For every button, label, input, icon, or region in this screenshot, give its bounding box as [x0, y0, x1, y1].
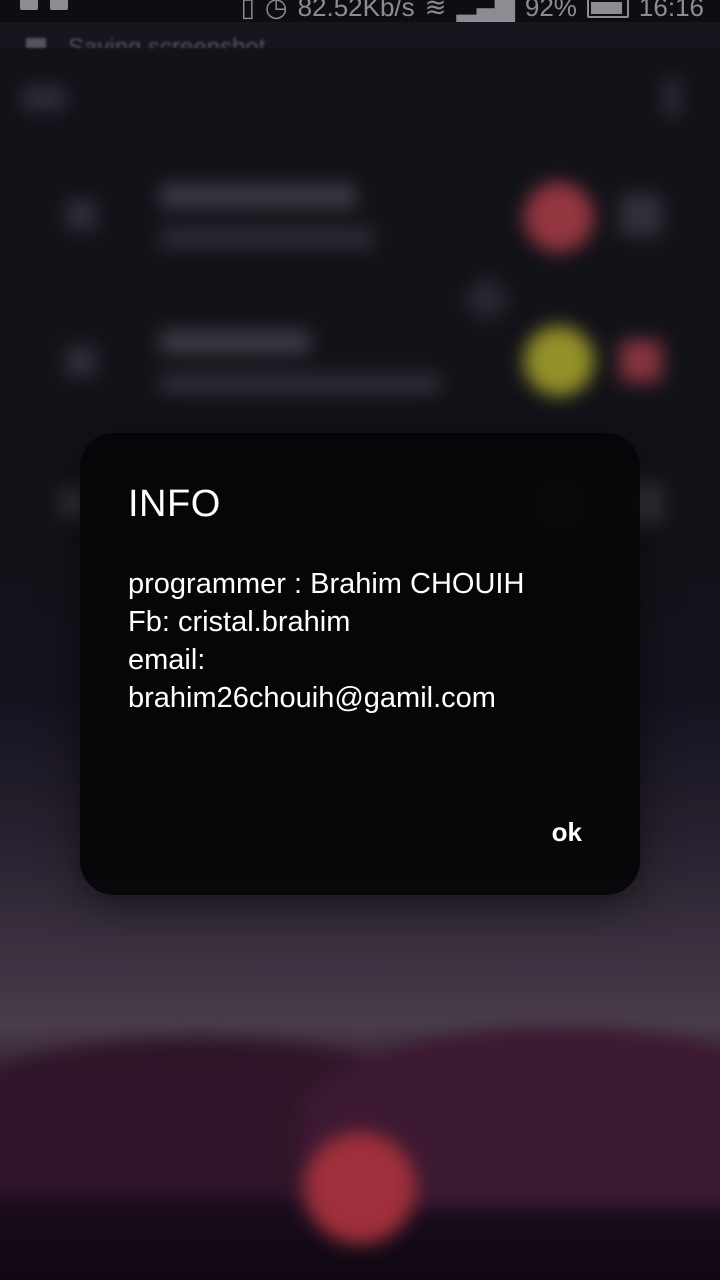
wifi-icon: ≋ — [424, 0, 447, 22]
network-speed: 82.52Kb/s — [297, 0, 415, 22]
programmer-line: programmer : Brahim CHOUIH — [128, 568, 525, 600]
notification-icon — [20, 0, 38, 10]
screenshot-icon — [26, 38, 46, 48]
battery-icon — [586, 0, 629, 18]
email-value-line: brahim26chouih@gamil.com — [128, 682, 496, 714]
status-bar: ▯ ◷ 82.52Kb/s ≋ ▂▄▆ 92% 16:16 — [0, 0, 720, 22]
alarm-icon: ◷ — [264, 0, 288, 22]
facebook-line: Fb: cristal.brahim — [128, 606, 351, 638]
ok-button[interactable]: ok — [544, 811, 590, 854]
email-label-line: email: — [128, 644, 206, 676]
battery-percent: 92% — [524, 0, 577, 22]
image-icon — [50, 0, 68, 10]
dialog-title: INFO — [128, 483, 221, 525]
clock: 16:16 — [638, 0, 704, 22]
dialog-message: programmer : Brahim CHOUIH Fb: cristal.b… — [128, 565, 608, 717]
vibrate-icon: ▯ — [240, 0, 255, 22]
notification-strip: Saving screenshot — [0, 22, 720, 48]
screen: ▯ ◷ 82.52Kb/s ≋ ▂▄▆ 92% 16:16 Saving scr… — [0, 0, 720, 1280]
notification-text: Saving screenshot — [68, 34, 266, 48]
info-dialog: INFO programmer : Brahim CHOUIH Fb: cris… — [80, 433, 640, 895]
signal-icon: ▂▄▆ — [456, 0, 515, 22]
